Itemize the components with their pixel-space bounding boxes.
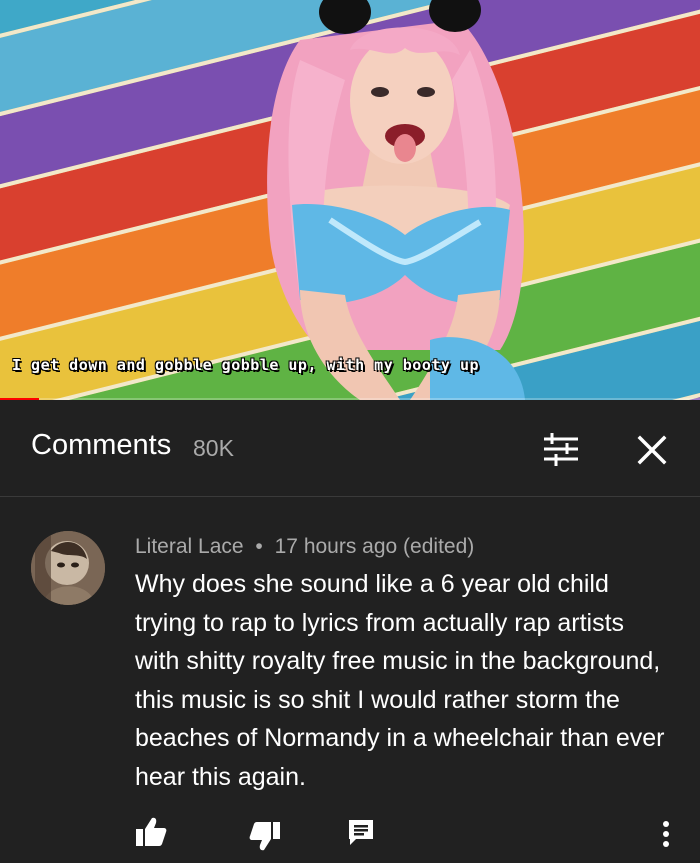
- sort-filter-button[interactable]: [541, 430, 581, 470]
- video-caption: I get down and gobble gobble up, with my…: [12, 356, 480, 374]
- video-progress-bar[interactable]: [0, 398, 700, 400]
- comment-timestamp: 17 hours ago (edited): [274, 535, 475, 558]
- video-frame: [0, 0, 700, 400]
- meta-separator: •: [255, 535, 263, 558]
- comment-actions: [0, 815, 700, 855]
- comment-item: Literal Lace • 17 hours ago (edited) Why…: [0, 497, 700, 863]
- like-button[interactable]: [134, 815, 168, 849]
- comment-author[interactable]: Literal Lace: [135, 535, 244, 558]
- thumbs-down-icon: [249, 822, 280, 851]
- dislike-button[interactable]: [248, 819, 282, 853]
- thumbs-up-icon: [136, 817, 167, 846]
- comment-text: Why does she sound like a 6 year old chi…: [135, 570, 665, 791]
- reply-comment-icon: [349, 820, 373, 845]
- sort-filter-icon: [544, 433, 578, 466]
- close-comments-button[interactable]: [632, 430, 672, 470]
- avatar-image: [31, 531, 105, 605]
- video-progress-fill: [0, 398, 39, 400]
- comments-title: Comments: [31, 429, 172, 461]
- avatar[interactable]: [31, 531, 105, 605]
- more-options-button[interactable]: [654, 817, 678, 851]
- comments-count: 80K: [193, 435, 234, 461]
- reply-button[interactable]: [346, 817, 376, 847]
- comments-header: Comments 80K: [0, 402, 700, 497]
- more-vertical-icon: [663, 821, 669, 847]
- video-player[interactable]: I get down and gobble gobble up, with my…: [0, 0, 700, 400]
- comment-meta: Literal Lace • 17 hours ago (edited): [135, 535, 474, 559]
- close-icon: [637, 435, 667, 465]
